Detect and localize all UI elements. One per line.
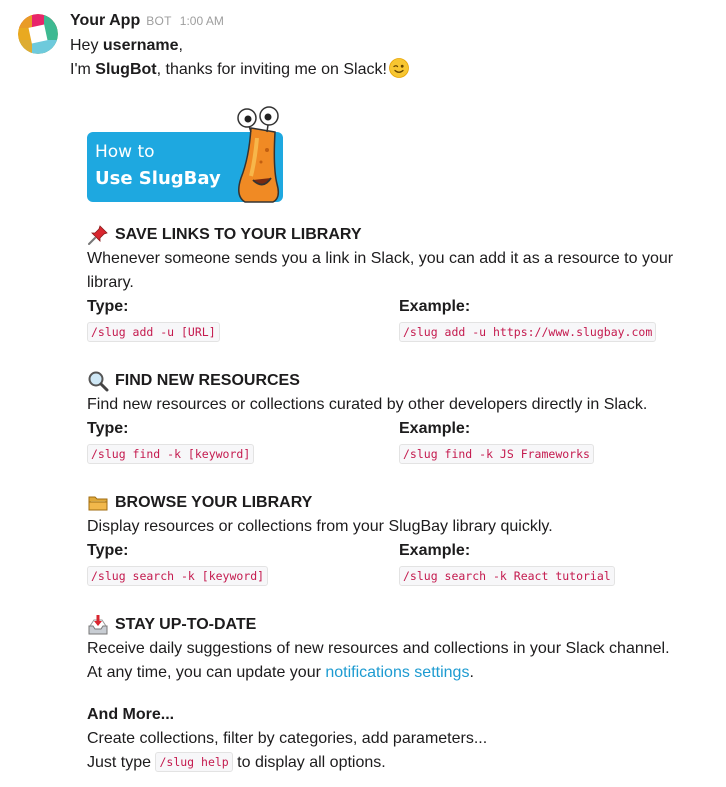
example-code: /slug add -u https://www.slugbay.com xyxy=(399,322,657,342)
section-title: FIND NEW RESOURCES xyxy=(87,369,687,393)
section-and-more: And More... Create collections, filter b… xyxy=(87,703,687,775)
and-more-prefix: Just type xyxy=(87,754,156,771)
section-title-text: SAVE LINKS TO YOUR LIBRARY xyxy=(115,226,362,243)
type-label: Type: xyxy=(87,420,129,437)
example-label: Example: xyxy=(399,542,471,559)
and-more-title: And More... xyxy=(87,706,175,723)
greeting-line-2: I'm SlugBot, thanks for inviting me on S… xyxy=(70,58,710,82)
greeting-thanks: , thanks for inviting me on Slack! xyxy=(156,61,387,78)
how-to-banner[interactable]: How to Use SlugBay xyxy=(87,98,283,204)
slack-logo-icon xyxy=(18,14,58,54)
type-field: Type: /slug search -k [keyword] xyxy=(87,539,269,586)
section-title: SAVE LINKS TO YOUR LIBRARY xyxy=(87,223,687,247)
section-description-line-2: At any time, you can update your notific… xyxy=(87,661,677,685)
message-body: Your App BOT 1:00 AM Hey username, I'm S… xyxy=(70,12,710,82)
section-fields: Type: /slug search -k [keyword] Example:… xyxy=(87,539,687,587)
slug-mascot-icon xyxy=(237,106,280,203)
example-code: /slug search -k React tutorial xyxy=(399,566,615,586)
type-label: Type: xyxy=(87,542,129,559)
section-description: Receive daily suggestions of new resourc… xyxy=(87,640,670,657)
bot-message: Your App BOT 1:00 AM Hey username, I'm S… xyxy=(0,0,726,787)
section-title-text: BROWSE YOUR LIBRARY xyxy=(115,494,313,511)
and-more-line-2: Just type /slug help to display all opti… xyxy=(87,751,677,775)
message-attachment: How to Use SlugBay SAVE LINKS TO YOUR LI… xyxy=(87,98,687,772)
type-code: /slug add -u [URL] xyxy=(87,322,220,342)
section-stay-up-to-date: STAY UP-TO-DATE Receive daily suggestion… xyxy=(87,613,687,685)
example-field: Example: /slug add -u https://www.slugba… xyxy=(399,295,657,342)
folder-icon xyxy=(88,496,108,511)
section-browse-library: BROWSE YOUR LIBRARY Display resources or… xyxy=(87,491,687,587)
section-save-links: SAVE LINKS TO YOUR LIBRARY Whenever some… xyxy=(87,223,687,343)
section-fields: Type: /slug add -u [URL] Example: /slug … xyxy=(87,295,687,343)
magnifier-icon xyxy=(88,371,109,392)
section-title: STAY UP-TO-DATE xyxy=(87,613,687,637)
greeting-username: username xyxy=(102,37,179,54)
app-name[interactable]: Your App xyxy=(70,12,140,30)
and-more-line-1: Create collections, filter by categories… xyxy=(87,730,488,747)
notifications-suffix: . xyxy=(469,664,474,681)
section-description: Find new resources or collections curate… xyxy=(87,396,648,413)
banner-title-line-2: Use SlugBay xyxy=(95,168,221,189)
type-field: Type: /slug find -k [keyword] xyxy=(87,417,255,464)
notifications-prefix: At any time, you can update your xyxy=(87,664,326,681)
example-field: Example: /slug find -k JS Frameworks xyxy=(399,417,594,464)
help-code: /slug help xyxy=(155,752,233,772)
example-code: /slug find -k JS Frameworks xyxy=(399,444,594,464)
section-description: Whenever someone sends you a link in Sla… xyxy=(87,250,674,291)
section-fields: Type: /slug find -k [keyword] Example: /… xyxy=(87,417,687,465)
message-timestamp[interactable]: 1:00 AM xyxy=(180,14,224,28)
type-label: Type: xyxy=(87,298,129,315)
greeting-comma: , xyxy=(178,37,183,54)
section-title: BROWSE YOUR LIBRARY xyxy=(87,491,687,515)
type-field: Type: /slug add -u [URL] xyxy=(87,295,220,342)
section-find-resources: FIND NEW RESOURCES Find new resources or… xyxy=(87,369,687,465)
message-header: Your App BOT 1:00 AM xyxy=(70,12,710,34)
type-code: /slug find -k [keyword] xyxy=(87,444,255,464)
notifications-settings-link[interactable]: notifications settings xyxy=(325,664,469,681)
pushpin-icon xyxy=(88,225,108,245)
section-title-text: STAY UP-TO-DATE xyxy=(115,616,257,633)
bot-name: SlugBot xyxy=(95,61,157,78)
greeting-im: I'm xyxy=(70,61,96,78)
banner-title-line-1: How to xyxy=(95,142,155,162)
type-code: /slug search -k [keyword] xyxy=(87,566,269,586)
inbox-tray-icon xyxy=(88,615,108,635)
example-label: Example: xyxy=(399,298,471,315)
section-description: Display resources or collections from yo… xyxy=(87,518,553,535)
section-title-text: FIND NEW RESOURCES xyxy=(115,372,300,389)
example-label: Example: xyxy=(399,420,471,437)
greeting-hey: Hey xyxy=(70,37,103,54)
example-field: Example: /slug search -k React tutorial xyxy=(399,539,615,586)
winking-face-icon xyxy=(389,58,409,78)
app-avatar[interactable] xyxy=(18,14,58,54)
bot-badge: BOT xyxy=(146,14,172,28)
and-more-suffix: to display all options. xyxy=(232,754,386,771)
greeting-line-1: Hey username, xyxy=(70,34,710,58)
